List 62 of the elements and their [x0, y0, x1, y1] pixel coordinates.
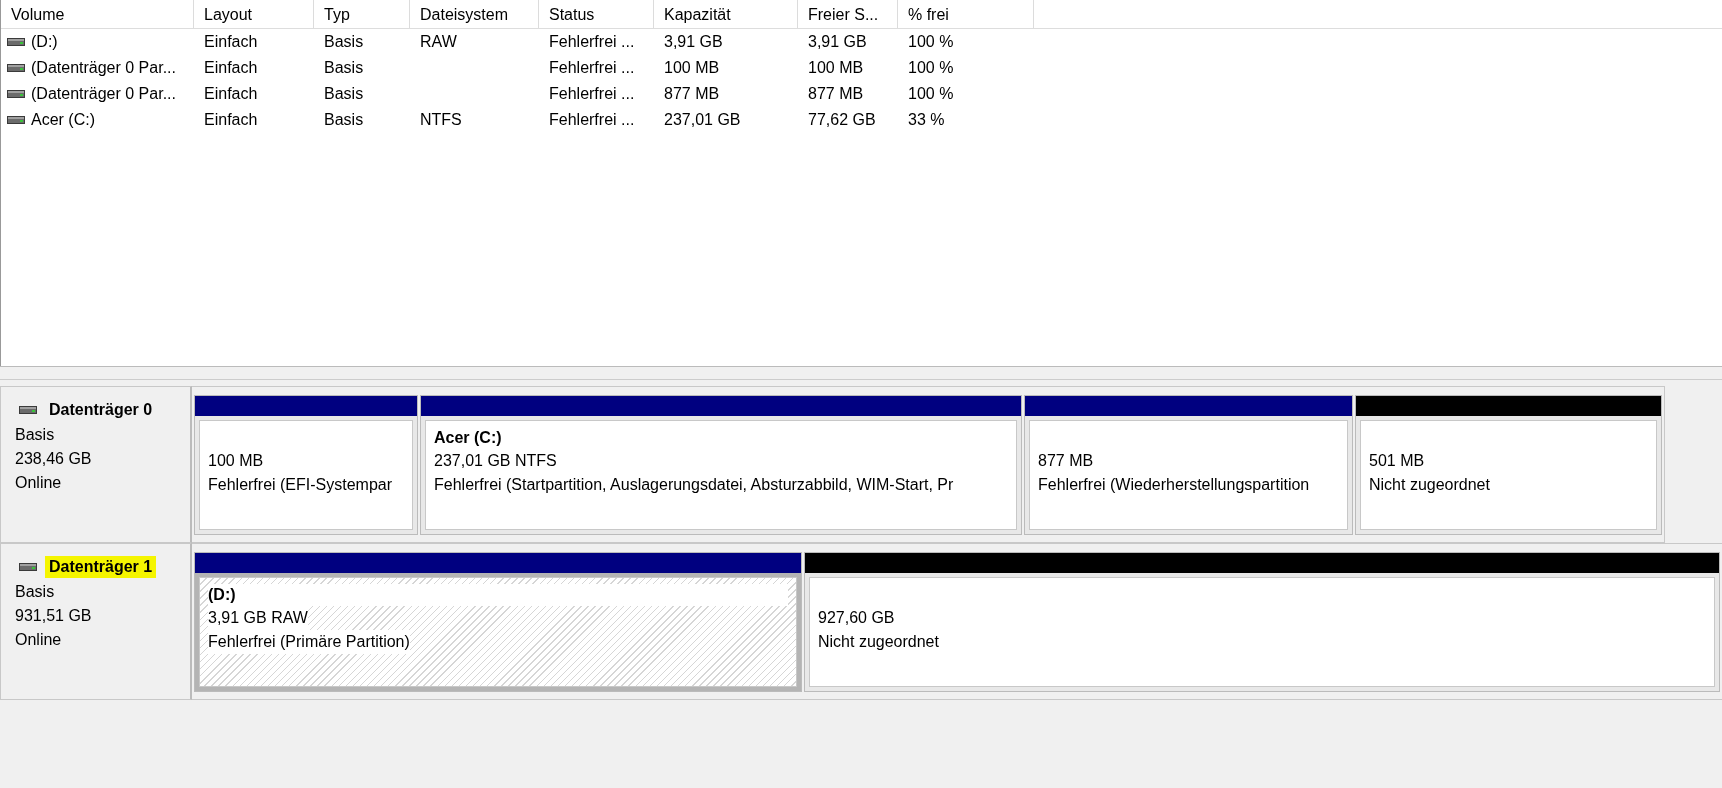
- disk-status: Online: [15, 630, 63, 650]
- partition-detail: Fehlerfrei (Wiederherstellungspartition: [1038, 475, 1310, 495]
- table-cell: Basis: [324, 59, 364, 77]
- drive-icon: [7, 115, 25, 125]
- pane-splitter[interactable]: [0, 366, 1722, 380]
- partition-detail: 501 MB: [1369, 451, 1425, 471]
- partition-detail: Fehlerfrei (EFI-Systempar: [208, 475, 393, 495]
- table-cell: 237,01 GB: [664, 111, 741, 129]
- partition-detail: Fehlerfrei (Startpartition, Auslagerungsdatei, Absturzabbild, WIM-Start, Pr: [434, 475, 954, 495]
- partition-detail: 100 MB: [208, 451, 264, 471]
- table-cell: (Datenträger 0 Par...: [31, 59, 176, 77]
- table-cell: 100 %: [908, 33, 954, 51]
- disk-info-panel[interactable]: Datenträger 1 Basis 931,51 GB Online: [0, 543, 192, 700]
- table-cell: Fehlerfrei ...: [549, 59, 635, 77]
- partition-title: Acer (C:): [434, 428, 503, 448]
- table-cell: 3,91 GB: [664, 33, 723, 51]
- partition-block[interactable]: (D:) 3,91 GB RAW Fehlerfrei (Primäre Partition): [195, 573, 801, 691]
- table-cell: Einfach: [204, 111, 258, 129]
- table-cell: 77,62 GB: [808, 111, 876, 129]
- disk-name: Datenträger 0: [48, 400, 154, 420]
- table-cell: Basis: [324, 111, 364, 129]
- table-cell: 3,91 GB: [808, 33, 867, 51]
- table-cell: Basis: [324, 33, 364, 51]
- table-cell: Basis: [324, 85, 364, 103]
- table-cell: 100 %: [908, 59, 954, 77]
- table-cell: (Datenträger 0 Par...: [31, 85, 176, 103]
- table-cell: Einfach: [204, 59, 258, 77]
- disk-name: Datenträger 1: [45, 556, 157, 578]
- partition-detail: Fehlerfrei (Primäre Partition): [208, 630, 410, 654]
- table-cell: Fehlerfrei ...: [549, 85, 635, 103]
- partition-title: (D:): [208, 584, 788, 606]
- partition-detail: Nicht zugeordnet: [1369, 475, 1490, 495]
- drive-icon: [7, 89, 25, 99]
- table-cell: 100 %: [908, 85, 954, 103]
- partition-detail: 237,01 GB NTFS: [434, 451, 557, 471]
- table-cell: (D:): [31, 33, 58, 51]
- disk-size: 238,46 GB: [15, 449, 93, 469]
- table-cell: 877 MB: [664, 85, 720, 103]
- drive-icon: [19, 562, 37, 572]
- table-cell: Fehlerfrei ...: [549, 111, 635, 129]
- disk-status: Online: [15, 473, 63, 493]
- drive-icon: [7, 63, 25, 73]
- table-cell: 100 MB: [808, 59, 864, 77]
- table-cell: Einfach: [204, 33, 258, 51]
- disk-size: 931,51 GB: [15, 606, 93, 626]
- partition-detail: 877 MB: [1038, 451, 1094, 471]
- table-cell: Fehlerfrei ...: [549, 33, 635, 51]
- table-cell: NTFS: [420, 111, 462, 129]
- partition-detail: Nicht zugeordnet: [818, 632, 939, 652]
- table-cell: 33 %: [908, 111, 945, 129]
- table-cell: 100 MB: [664, 59, 720, 77]
- drive-icon: [19, 405, 37, 415]
- partition-detail: 3,91 GB RAW: [208, 606, 308, 630]
- table-cell: Einfach: [204, 85, 258, 103]
- table-cell: RAW: [420, 33, 457, 51]
- disk-info-panel[interactable]: Datenträger 0 Basis 238,46 GB Online: [0, 386, 192, 543]
- disk-type: Basis: [15, 582, 56, 602]
- partition-detail: 927,60 GB: [818, 608, 895, 628]
- disk-type: Basis: [15, 425, 56, 445]
- table-cell: Acer (C:): [31, 111, 95, 129]
- drive-icon: [7, 37, 25, 47]
- table-cell: 877 MB: [808, 85, 864, 103]
